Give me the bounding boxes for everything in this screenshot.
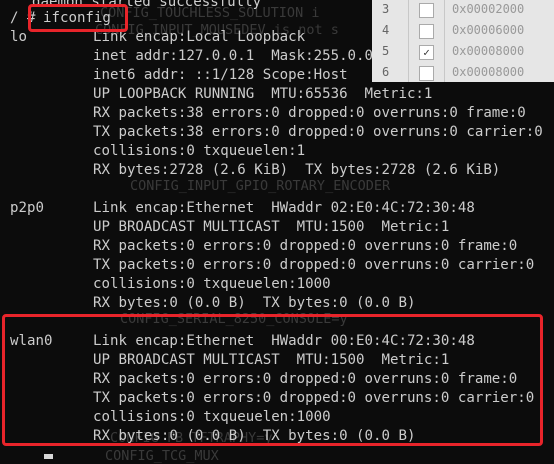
register-row[interactable]: 4 0x00006000 [372, 21, 554, 42]
ghost-text: CONFIG_SERIAL_8250_CONSOLE=y [120, 311, 348, 327]
register-row[interactable]: 5 ✓ 0x00008000 [372, 42, 554, 63]
terminal-line: inet addr:127.0.0.1 Mask:255.0.0.0 [93, 48, 390, 64]
interface-name-lo: lo [10, 29, 27, 45]
terminal-line: collisions:0 txqueuelen:1000 [93, 276, 331, 292]
terminal-line: RX bytes:0 (0.0 B) TX bytes:0 (0.0 B) [93, 428, 416, 444]
terminal-line: Link encap:Local Loopback [93, 29, 306, 45]
row-number: 3 [382, 2, 390, 16]
terminal-line: UP LOOPBACK RUNNING MTU:65536 Metric:1 [93, 86, 433, 102]
terminal-line: TX packets:38 errors:0 dropped:0 overrun… [93, 124, 543, 140]
terminal-line: TX packets:0 errors:0 dropped:0 overruns… [93, 390, 535, 406]
row-number: 4 [382, 23, 390, 37]
interface-name-p2p0: p2p0 [10, 200, 44, 216]
check-icon: ✓ [423, 46, 430, 59]
interface-name-wlan0: wlan0 [10, 333, 53, 349]
terminal-line: Link encap:Ethernet HWaddr 02:E0:4C:72:3… [93, 200, 475, 216]
row-checkbox[interactable]: ✓ [419, 45, 434, 60]
row-number: 5 [382, 44, 390, 58]
shell-prompt: / # [10, 10, 36, 26]
terminal-cursor [44, 454, 53, 459]
shell-command: ifconfig [43, 10, 111, 26]
row-address: 0x00008000 [452, 65, 525, 79]
ghost-text: CONFIG_INPUT_GPIO_ROTARY_ENCODER [130, 178, 391, 194]
row-checkbox[interactable] [419, 66, 434, 81]
register-row[interactable]: 3 0x00002000 [372, 0, 554, 21]
register-panel: 3 0x00002000 4 0x00006000 5 ✓ 0x00008000… [372, 0, 554, 82]
row-address: 0x00006000 [452, 23, 525, 37]
terminal-line: RX packets:0 errors:0 dropped:0 overruns… [93, 371, 518, 387]
row-checkbox[interactable] [419, 3, 434, 18]
register-row[interactable]: 6 0x00008000 [372, 63, 554, 82]
terminal-line: RX bytes:0 (0.0 B) TX bytes:0 (0.0 B) [93, 295, 416, 311]
ghost-text: CONFIG_TCG_MUX [105, 448, 219, 464]
terminal-line: TX packets:0 errors:0 dropped:0 overruns… [93, 257, 535, 273]
terminal-line: RX bytes:2728 (2.6 KiB) TX bytes:2728 (2… [93, 162, 501, 178]
terminal-line: UP BROADCAST MULTICAST MTU:1500 Metric:1 [93, 219, 450, 235]
terminal-line: collisions:0 txqueuelen:1 [93, 143, 306, 159]
row-address: 0x00008000 [452, 44, 525, 58]
row-checkbox[interactable] [419, 24, 434, 39]
terminal-line: UP BROADCAST MULTICAST MTU:1500 Metric:1 [93, 352, 450, 368]
terminal-line: RX packets:38 errors:0 dropped:0 overrun… [93, 105, 526, 121]
terminal-line: Link encap:Ethernet HWaddr 00:E0:4C:72:3… [93, 333, 475, 349]
row-address: 0x00002000 [452, 2, 525, 16]
terminal-line: collisions:0 txqueuelen:1000 [93, 409, 331, 425]
row-number: 6 [382, 65, 390, 79]
terminal-line: RX packets:0 errors:0 dropped:0 overruns… [93, 238, 518, 254]
terminal-line: inet6 addr: ::1/128 Scope:Host [93, 67, 348, 83]
